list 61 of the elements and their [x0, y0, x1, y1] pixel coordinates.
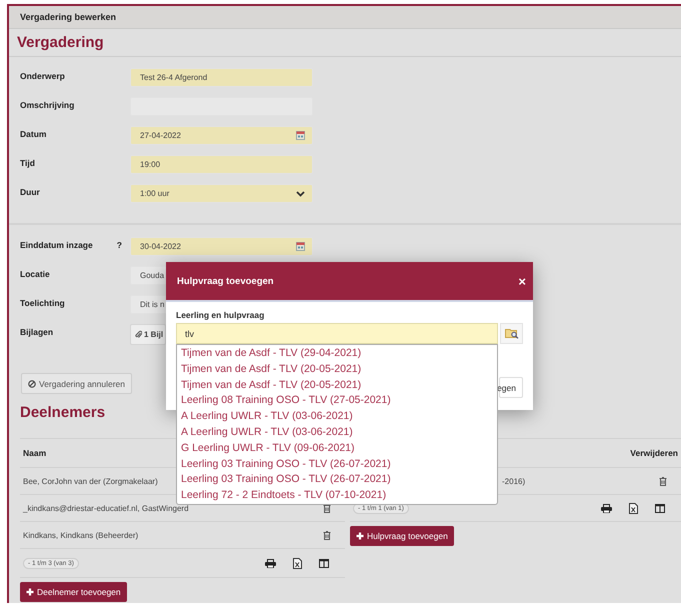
field-label: Tijd: [20, 158, 35, 168]
print-icon[interactable]: [265, 558, 276, 568]
help-mark[interactable]: ?: [116, 240, 122, 250]
field-label: Omschrijving: [20, 100, 74, 110]
calendar-icon[interactable]: [296, 242, 305, 251]
plus-icon: [26, 588, 34, 596]
table-cell: _kindkans@driestar-educatief.nl, GastWingerd: [23, 504, 189, 512]
suggestion-item[interactable]: Leerling 08 Training OSO - TLV (27-05-2021): [181, 393, 497, 410]
date-field[interactable]: 30-04-2022: [130, 237, 313, 256]
table-cell: Kindkans, Kindkans (Beheerder): [23, 530, 138, 540]
table-cell: Bee, CorJohn van der (Zorgmakelaar): [23, 476, 158, 486]
suggestion-item[interactable]: Leerling 72 - 2 Eindtoets - TLV (07-10-2021): [181, 488, 497, 504]
table-cell: -2016): [502, 476, 526, 486]
suggestion-item[interactable]: Tijmen van de Asdf - TLV (20-05-2021): [181, 362, 497, 378]
field-label: Locatie: [20, 269, 50, 279]
search-field[interactable]: tlv: [176, 323, 498, 344]
section-heading: Deelnemers: [20, 403, 106, 423]
section-heading: Vergadering: [17, 34, 104, 51]
folder-search-icon: [504, 328, 518, 339]
suggestion-item[interactable]: Leerling 03 Training OSO - TLV (26-07-2021): [181, 472, 497, 488]
spreadsheet-icon[interactable]: [293, 558, 302, 568]
plus-icon: [356, 532, 364, 540]
add-help-request-button[interactable]: Hulpvraag toevoegen: [350, 526, 454, 546]
spreadsheet-icon[interactable]: [629, 502, 638, 514]
field-label: Onderwerp: [20, 71, 65, 81]
columns-icon[interactable]: [655, 504, 665, 512]
suggestion-item[interactable]: A Leerling UWLR - TLV (03-06-2021): [181, 409, 497, 425]
close-button[interactable]: ×: [516, 274, 528, 288]
column-header[interactable]: Verwijderen: [630, 448, 678, 458]
paperclip-icon: [135, 330, 142, 339]
trash-icon[interactable]: [323, 530, 331, 540]
suggestion-item[interactable]: A Leerling UWLR - TLV (03-06-2021): [181, 424, 497, 441]
suggestion-item[interactable]: G Leerling UWLR - TLV (09-06-2021): [181, 440, 497, 457]
field-label: Datum: [20, 129, 46, 139]
add-button[interactable]: egen: [499, 377, 523, 398]
page-title: Vergadering bewerken: [20, 12, 116, 22]
dropdown[interactable]: 1:00 uur: [130, 184, 313, 203]
input-field[interactable]: Test 26-4 Afgerond: [130, 68, 313, 87]
lookup-button[interactable]: [500, 323, 523, 344]
trash-icon[interactable]: [659, 476, 667, 486]
field-label: Duur: [20, 187, 40, 197]
input-field[interactable]: 19:00: [130, 155, 313, 174]
trash-icon[interactable]: [323, 504, 331, 512]
field-label: Bijlagen: [20, 327, 54, 337]
calendar-icon[interactable]: [296, 131, 305, 140]
date-field[interactable]: 27-04-2022: [130, 126, 313, 145]
cancel-meeting-button[interactable]: Vergadering annuleren: [21, 373, 132, 394]
dialog-title: Hulpvraag toevoegen: [177, 276, 274, 286]
chevron-down-icon[interactable]: [296, 190, 305, 196]
field-label: Leerling en hulpvraag: [176, 310, 266, 320]
column-header[interactable]: Naam: [23, 448, 46, 458]
suggestion-item[interactable]: Tijmen van de Asdf - TLV (29-04-2021): [181, 346, 497, 362]
print-icon[interactable]: [601, 504, 612, 512]
add-participant-button[interactable]: Deelnemer toevoegen: [20, 582, 127, 602]
columns-icon[interactable]: [319, 558, 329, 568]
suggestion-item[interactable]: Leerling 03 Training OSO - TLV (26-07-2021): [181, 456, 497, 472]
field-label: Einddatum inzage: [20, 240, 93, 250]
ban-icon: [28, 380, 36, 388]
suggestion-item[interactable]: Tijmen van de Asdf - TLV (20-05-2021): [181, 378, 497, 394]
field-label: Toelichting: [20, 298, 65, 308]
attachment-button[interactable]: 1 Bijl: [130, 324, 166, 345]
